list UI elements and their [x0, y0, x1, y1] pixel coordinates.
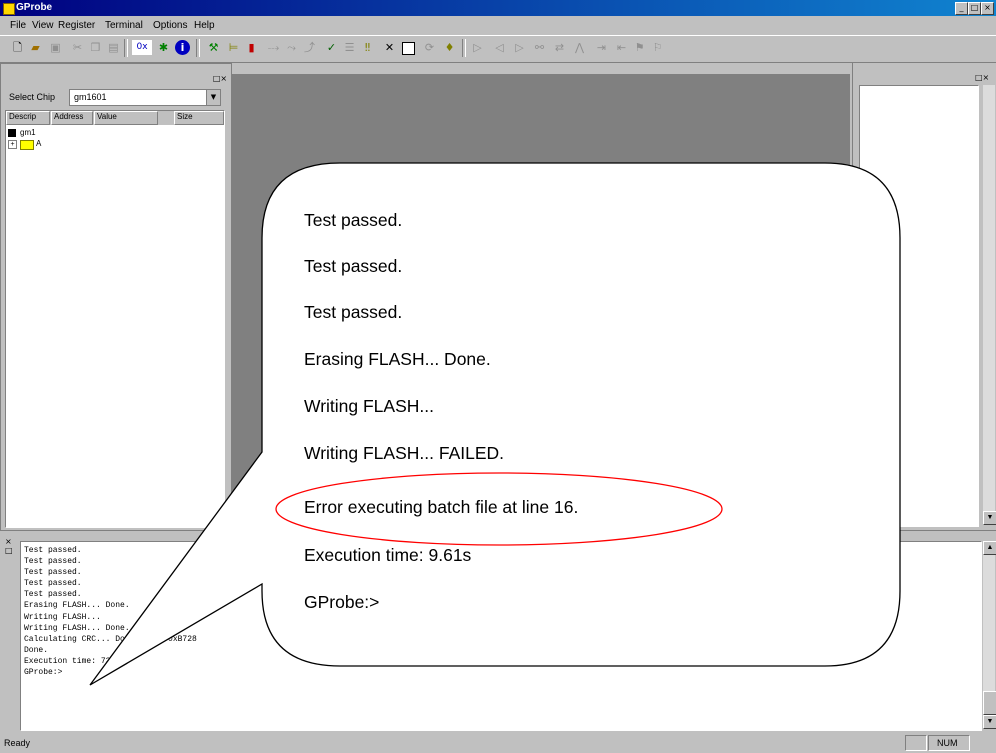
- callout-bubble: [89, 162, 901, 686]
- callout-line: Test passed.: [304, 210, 402, 230]
- callout-line: Test passed.: [304, 256, 402, 276]
- callout-line: Erasing FLASH... Done.: [304, 349, 491, 369]
- callout-line: Writing FLASH...: [304, 396, 434, 416]
- callout-line: Execution time: 9.61s: [304, 545, 472, 565]
- callout-line-error: Error executing batch file at line 16.: [304, 497, 578, 517]
- callout-overlay: Test passed. Test passed. Test passed. E…: [89, 162, 901, 686]
- callout-line: Test passed.: [304, 302, 402, 322]
- callout-line: Writing FLASH... FAILED.: [304, 443, 504, 463]
- callout-line: GProbe:>: [304, 592, 379, 612]
